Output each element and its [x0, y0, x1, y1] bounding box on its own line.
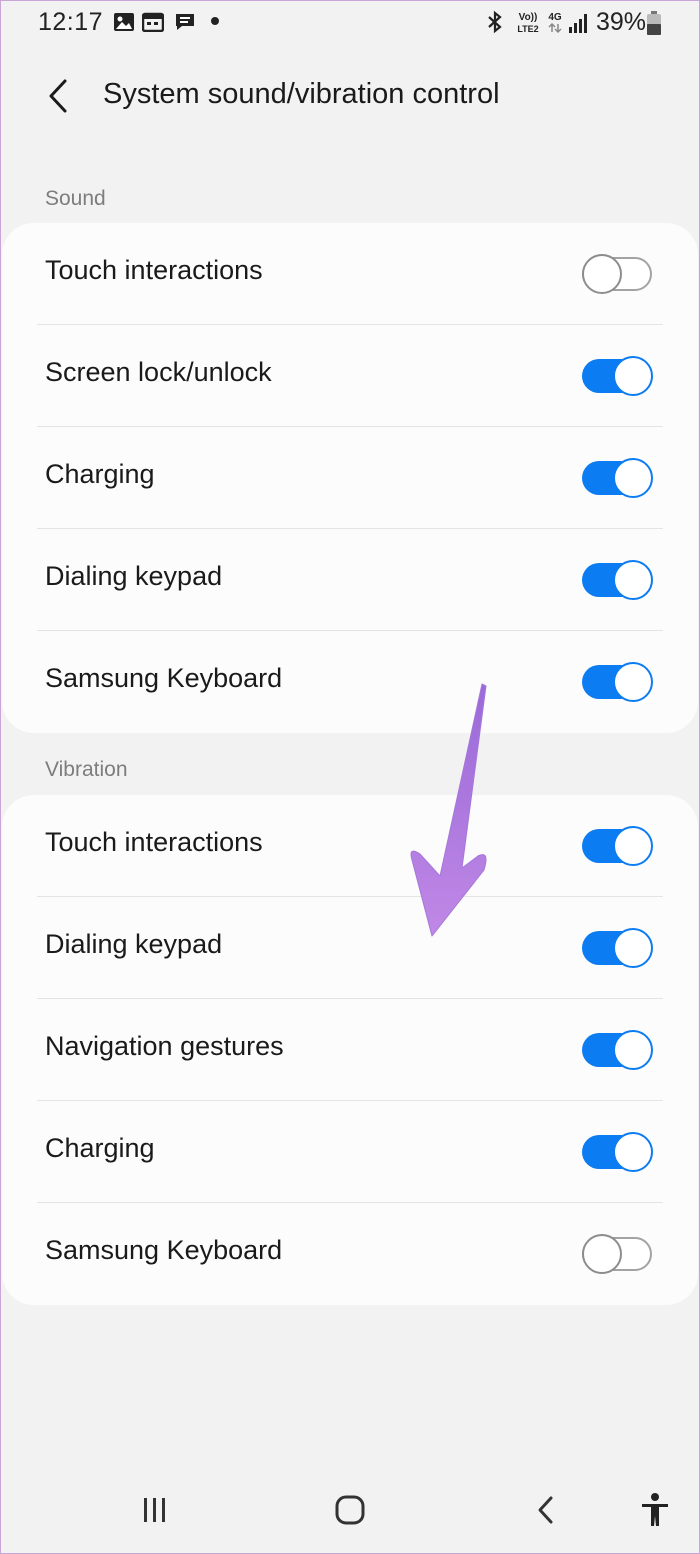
calendar-icon — [141, 12, 165, 37]
row-label: Screen lock/unlock — [45, 357, 272, 387]
vibration-row-dialing-keypad[interactable]: Dialing keypad — [2, 897, 698, 999]
row-label: Dialing keypad — [45, 561, 223, 591]
accessibility-icon — [640, 1492, 670, 1533]
vibration-samsung-keyboard-toggle[interactable] — [582, 1234, 652, 1274]
header: System sound/vibration control — [0, 60, 700, 136]
row-label: Charging — [45, 459, 155, 489]
4g-icon: 4G — [546, 10, 564, 41]
section-label-vibration: Vibration — [45, 758, 128, 781]
row-label: Samsung Keyboard — [45, 1235, 283, 1265]
message-icon — [174, 12, 196, 37]
vibration-touch-interactions-toggle[interactable] — [582, 826, 653, 866]
row-label: Touch interactions — [45, 827, 263, 857]
nav-bar — [0, 1470, 700, 1554]
vibration-row-touch-interactions[interactable]: Touch interactions — [2, 795, 698, 897]
chevron-left-icon — [46, 78, 70, 119]
home-button[interactable] — [325, 1490, 375, 1534]
svg-text:4G: 4G — [548, 12, 562, 23]
vibration-row-navigation-gestures[interactable]: Navigation gestures — [2, 999, 698, 1101]
sound-dialing-keypad-toggle[interactable] — [582, 560, 653, 600]
accessibility-button[interactable] — [630, 1490, 680, 1534]
battery-icon — [646, 10, 662, 41]
vibration-card: Touch interactions Dialing keypad Naviga… — [2, 795, 698, 1305]
status-bar: 12:17 Vo)) LTE2 4G 39% — [0, 0, 700, 48]
back-icon — [534, 1494, 558, 1531]
sound-charging-toggle[interactable] — [582, 458, 653, 498]
battery-percent: 39% — [596, 8, 647, 36]
recents-icon — [140, 1495, 170, 1530]
svg-text:Vo)): Vo)) — [519, 12, 538, 23]
vibration-navigation-gestures-toggle[interactable] — [582, 1030, 653, 1070]
row-label: Navigation gestures — [45, 1031, 284, 1061]
page-title: System sound/vibration control — [103, 78, 500, 110]
row-label: Dialing keypad — [45, 929, 223, 959]
signal-icon — [568, 12, 590, 39]
row-label: Samsung Keyboard — [45, 663, 283, 693]
section-label-sound: Sound — [45, 187, 106, 210]
vibration-row-samsung-keyboard[interactable]: Samsung Keyboard — [2, 1203, 698, 1305]
image-icon — [113, 12, 135, 37]
back-button[interactable] — [30, 72, 86, 124]
vibration-row-charging[interactable]: Charging — [2, 1101, 698, 1203]
row-label: Charging — [45, 1133, 155, 1163]
sound-row-samsung-keyboard[interactable]: Samsung Keyboard — [2, 631, 698, 733]
sound-touch-interactions-toggle[interactable] — [582, 254, 652, 294]
vibration-charging-toggle[interactable] — [582, 1132, 653, 1172]
sound-row-charging[interactable]: Charging — [2, 427, 698, 529]
home-icon — [334, 1494, 366, 1531]
sound-card: Touch interactions Screen lock/unlock Ch… — [2, 223, 698, 733]
status-time: 12:17 — [38, 8, 104, 36]
sound-samsung-keyboard-toggle[interactable] — [582, 662, 653, 702]
recents-button[interactable] — [130, 1490, 180, 1534]
row-label: Touch interactions — [45, 255, 263, 285]
svg-text:LTE2: LTE2 — [517, 24, 538, 34]
notification-dot — [211, 17, 219, 25]
nav-back-button[interactable] — [521, 1490, 571, 1534]
vibration-dialing-keypad-toggle[interactable] — [582, 928, 653, 968]
volte-icon: Vo)) LTE2 — [514, 10, 542, 41]
sound-row-screen-lock[interactable]: Screen lock/unlock — [2, 325, 698, 427]
sound-row-dialing-keypad[interactable]: Dialing keypad — [2, 529, 698, 631]
sound-row-touch-interactions[interactable]: Touch interactions — [2, 223, 698, 325]
bluetooth-icon — [486, 10, 504, 39]
sound-screen-lock-toggle[interactable] — [582, 356, 653, 396]
